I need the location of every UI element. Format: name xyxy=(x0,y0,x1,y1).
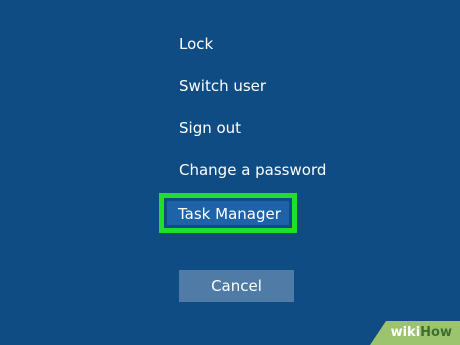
change-password-option[interactable]: Change a password xyxy=(179,160,326,180)
lock-option[interactable]: Lock xyxy=(179,34,213,54)
switch-user-option[interactable]: Switch user xyxy=(179,76,266,96)
cancel-button[interactable]: Cancel xyxy=(179,270,294,302)
sign-out-option[interactable]: Sign out xyxy=(179,118,241,138)
task-manager-label: Task Manager xyxy=(178,205,281,223)
secure-options-screen: Lock Switch user Sign out Change a passw… xyxy=(0,0,460,345)
wikihow-logo-text: wikiHow xyxy=(391,325,452,341)
wikihow-how-text: How xyxy=(420,325,452,340)
wikihow-wiki-text: wiki xyxy=(390,325,421,340)
task-manager-option[interactable]: Task Manager xyxy=(159,193,297,233)
wikihow-watermark: wikiHow xyxy=(370,321,460,345)
